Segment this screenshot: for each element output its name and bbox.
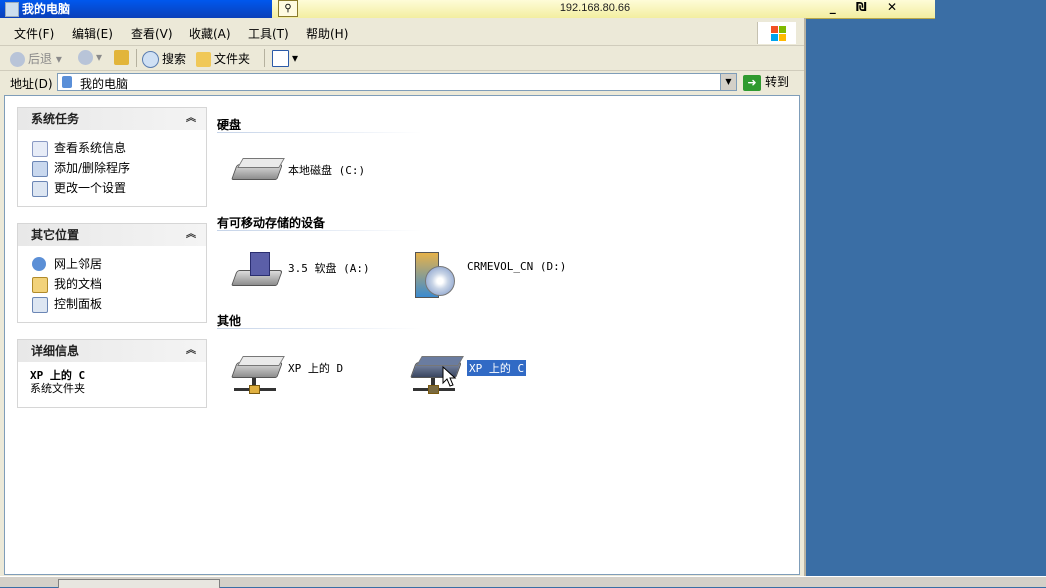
go-button[interactable]: ➜ 转到 xyxy=(743,73,789,91)
panel-other-places: 其它位置 ︽ 网上邻居 我的文档 控制面板 xyxy=(17,223,207,323)
my-documents-icon xyxy=(32,277,48,293)
my-computer-icon xyxy=(5,2,19,17)
window-title: 我的电脑 xyxy=(22,2,71,16)
menu-favorites[interactable]: 收藏(A) xyxy=(189,25,231,42)
back-button[interactable]: 后退 ▾ xyxy=(10,50,62,67)
mouse-cursor-icon xyxy=(442,366,457,387)
back-arrow-icon xyxy=(10,52,25,67)
address-input[interactable]: 我的电脑 ▼ xyxy=(57,73,737,91)
window-title-bar[interactable]: 我的电脑 xyxy=(0,0,272,18)
collapse-icon: ︽ xyxy=(186,345,196,356)
menu-file[interactable]: 文件(F) xyxy=(14,25,54,42)
place-network[interactable]: 网上邻居 xyxy=(30,254,194,274)
explorer-window: 我的电脑 文件(F) 编辑(E) 查看(V) 收藏(A) 工具(T) 帮助(H)… xyxy=(0,0,806,576)
group-removable-title: 有可移动存储的设备 xyxy=(217,216,326,230)
place-control-panel[interactable]: 控制面板 xyxy=(30,294,194,314)
task-add-remove-programs[interactable]: 添加/删除程序 xyxy=(30,158,194,178)
drive-floppy-a[interactable]: 3.5 软盘 (A:) xyxy=(231,246,412,302)
details-type: 系统文件夹 xyxy=(30,382,85,395)
search-icon xyxy=(142,51,159,68)
views-button[interactable]: ▾ xyxy=(272,50,298,67)
network-drive-d[interactable]: XP 上的 D xyxy=(231,346,412,402)
up-folder-button[interactable] xyxy=(114,50,132,65)
hard-disk-icon xyxy=(231,154,285,190)
content-pane: 系统任务 ︽ 查看系统信息 添加/删除程序 更改一个设置 其它位置 ︽ 网上邻居… xyxy=(4,95,800,575)
my-computer-icon xyxy=(62,76,72,88)
menu-help[interactable]: 帮助(H) xyxy=(306,25,348,42)
folders-button[interactable]: 文件夹 xyxy=(196,50,250,67)
drive-local-c[interactable]: 本地磁盘 (C:) xyxy=(231,148,412,204)
place-my-documents[interactable]: 我的文档 xyxy=(30,274,194,294)
panel-details: 详细信息 ︽ XP 上的 C 系统文件夹 xyxy=(17,339,207,408)
panel-other-places-header[interactable]: 其它位置 ︽ xyxy=(18,224,206,246)
search-button[interactable]: 搜索 xyxy=(142,50,186,68)
address-label: 地址(D) xyxy=(10,77,53,91)
panel-details-header[interactable]: 详细信息 ︽ xyxy=(18,340,206,362)
control-panel-icon xyxy=(32,181,48,197)
panel-system-tasks: 系统任务 ︽ 查看系统信息 添加/删除程序 更改一个设置 xyxy=(17,107,207,207)
menu-tools[interactable]: 工具(T) xyxy=(248,25,289,42)
up-folder-icon xyxy=(114,50,129,65)
network-icon xyxy=(32,257,46,271)
folder-icon xyxy=(196,52,211,67)
menu-view[interactable]: 查看(V) xyxy=(131,25,173,42)
address-dropdown-icon[interactable]: ▼ xyxy=(720,74,736,90)
network-drive-c[interactable]: XP 上的 C xyxy=(410,346,591,402)
go-arrow-icon: ➜ xyxy=(743,74,761,91)
task-change-setting[interactable]: 更改一个设置 xyxy=(30,178,194,198)
forward-button[interactable]: ▾ xyxy=(78,50,102,65)
add-remove-icon xyxy=(32,161,48,177)
menu-bar: 文件(F) 编辑(E) 查看(V) 收藏(A) 工具(T) 帮助(H) xyxy=(0,21,804,46)
views-icon xyxy=(272,50,289,67)
system-info-icon xyxy=(32,141,48,157)
network-drive-icon xyxy=(231,352,285,394)
menu-edit[interactable]: 编辑(E) xyxy=(72,25,113,42)
details-name: XP 上的 C xyxy=(30,369,86,382)
windows-logo-icon xyxy=(757,22,796,44)
address-value: 我的电脑 xyxy=(80,77,129,91)
panel-system-tasks-header[interactable]: 系统任务 ︽ xyxy=(18,108,206,130)
cd-drive-icon xyxy=(411,252,463,298)
toolbar: 后退 ▾ ▾ 搜索 文件夹 ▾ xyxy=(0,46,804,71)
taskbar-window-button[interactable] xyxy=(58,579,220,588)
drive-cd-d[interactable]: CRMEVOL_CN (D:) xyxy=(411,246,591,302)
address-bar: 地址(D) 我的电脑 ▼ ➜ 转到 xyxy=(0,71,804,95)
collapse-icon: ︽ xyxy=(186,229,196,240)
group-other-title: 其他 xyxy=(217,314,242,328)
task-view-system-info[interactable]: 查看系统信息 xyxy=(30,138,194,158)
control-panel-icon xyxy=(32,297,48,313)
group-hard-disks-title: 硬盘 xyxy=(217,118,242,132)
collapse-icon: ︽ xyxy=(186,113,196,124)
forward-arrow-icon xyxy=(78,50,93,65)
taskbar xyxy=(0,576,1046,588)
floppy-drive-icon xyxy=(231,252,284,288)
remote-window-controls[interactable]: _ ₪ ✕ xyxy=(830,0,905,14)
